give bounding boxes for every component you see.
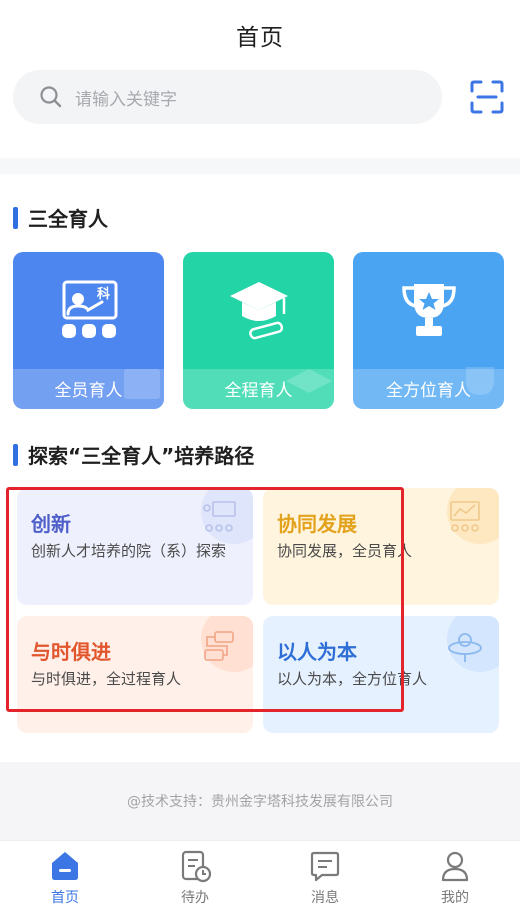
tile-all-aspects[interactable]: 全方位育人 bbox=[353, 252, 504, 409]
card-description: 创新人才培养的院（系）探索 bbox=[31, 542, 227, 560]
tab-label: 首页 bbox=[51, 890, 79, 906]
top-bar: 首页 bbox=[0, 0, 520, 70]
todo-icon bbox=[181, 850, 212, 883]
card-people-oriented[interactable]: 以人为本 以人为本，全方位育人 bbox=[263, 616, 499, 733]
card-title: 创新 bbox=[31, 512, 71, 536]
card-description: 与时俱进，全过程育人 bbox=[31, 670, 182, 688]
home-icon bbox=[52, 852, 78, 880]
section-divider bbox=[0, 158, 520, 174]
section-title-text: 探索“三全育人”培养路径 bbox=[28, 444, 255, 468]
teacher-blackboard-icon: 科 bbox=[62, 280, 118, 338]
section-title-text: 三全育人 bbox=[28, 207, 108, 231]
title-accent-bar bbox=[13, 443, 18, 466]
card-description: 以人为本，全方位育人 bbox=[277, 670, 428, 688]
classroom-icon bbox=[203, 501, 236, 532]
page-title: 首页 bbox=[236, 25, 284, 51]
card-innovation[interactable]: 创新 创新人才培养的院（系）探索 bbox=[17, 488, 253, 605]
tab-todo[interactable]: 待办 bbox=[130, 841, 260, 908]
card-title: 以人为本 bbox=[277, 640, 357, 664]
search-icon bbox=[40, 86, 62, 108]
card-collaboration[interactable]: 协同发展 协同发展，全员育人 bbox=[263, 488, 499, 605]
tech-support-footer: @技术支持：贵州金字塔科技发展有限公司 bbox=[0, 762, 520, 840]
scan-icon[interactable] bbox=[469, 79, 505, 115]
tab-label: 我的 bbox=[441, 890, 469, 906]
orbit-person-icon bbox=[448, 633, 482, 662]
bottom-tab-bar: 首页 待办 消息 我的 bbox=[0, 840, 520, 908]
tab-label: 消息 bbox=[311, 890, 339, 906]
search-placeholder: 请输入关键字 bbox=[75, 89, 177, 110]
tile-all-staff[interactable]: 科 全员育人 bbox=[13, 252, 164, 409]
tab-profile[interactable]: 我的 bbox=[390, 841, 520, 908]
trophy-icon bbox=[402, 284, 456, 336]
workflow-icon bbox=[204, 631, 234, 661]
card-title: 协同发展 bbox=[277, 512, 357, 536]
card-description: 协同发展，全员育人 bbox=[277, 542, 413, 560]
graduation-cap-icon bbox=[230, 282, 288, 340]
message-icon bbox=[310, 851, 340, 882]
tab-messages[interactable]: 消息 bbox=[260, 841, 390, 908]
blackboard-char: 科 bbox=[97, 286, 110, 302]
tech-support-text: @技术支持：贵州金字塔科技发展有限公司 bbox=[127, 794, 393, 810]
search-input[interactable]: 请输入关键字 bbox=[13, 70, 442, 124]
profile-icon bbox=[441, 851, 469, 882]
tile-label: 全方位育人 bbox=[386, 381, 471, 401]
card-keep-pace[interactable]: 与时俱进 与时俱进，全过程育人 bbox=[17, 616, 253, 733]
card-title: 与时俱进 bbox=[31, 640, 111, 664]
tile-label: 全员育人 bbox=[54, 381, 123, 401]
tile-label: 全程育人 bbox=[224, 381, 293, 401]
section-title-explore: 探索“三全育人”培养路径 bbox=[13, 440, 254, 469]
title-accent-bar bbox=[13, 206, 18, 229]
tile-all-process[interactable]: 全程育人 bbox=[183, 252, 334, 409]
tab-home[interactable]: 首页 bbox=[0, 841, 130, 908]
tab-label: 待办 bbox=[181, 890, 209, 906]
team-chart-icon bbox=[450, 501, 480, 532]
section-title-three-full: 三全育人 bbox=[13, 203, 108, 232]
